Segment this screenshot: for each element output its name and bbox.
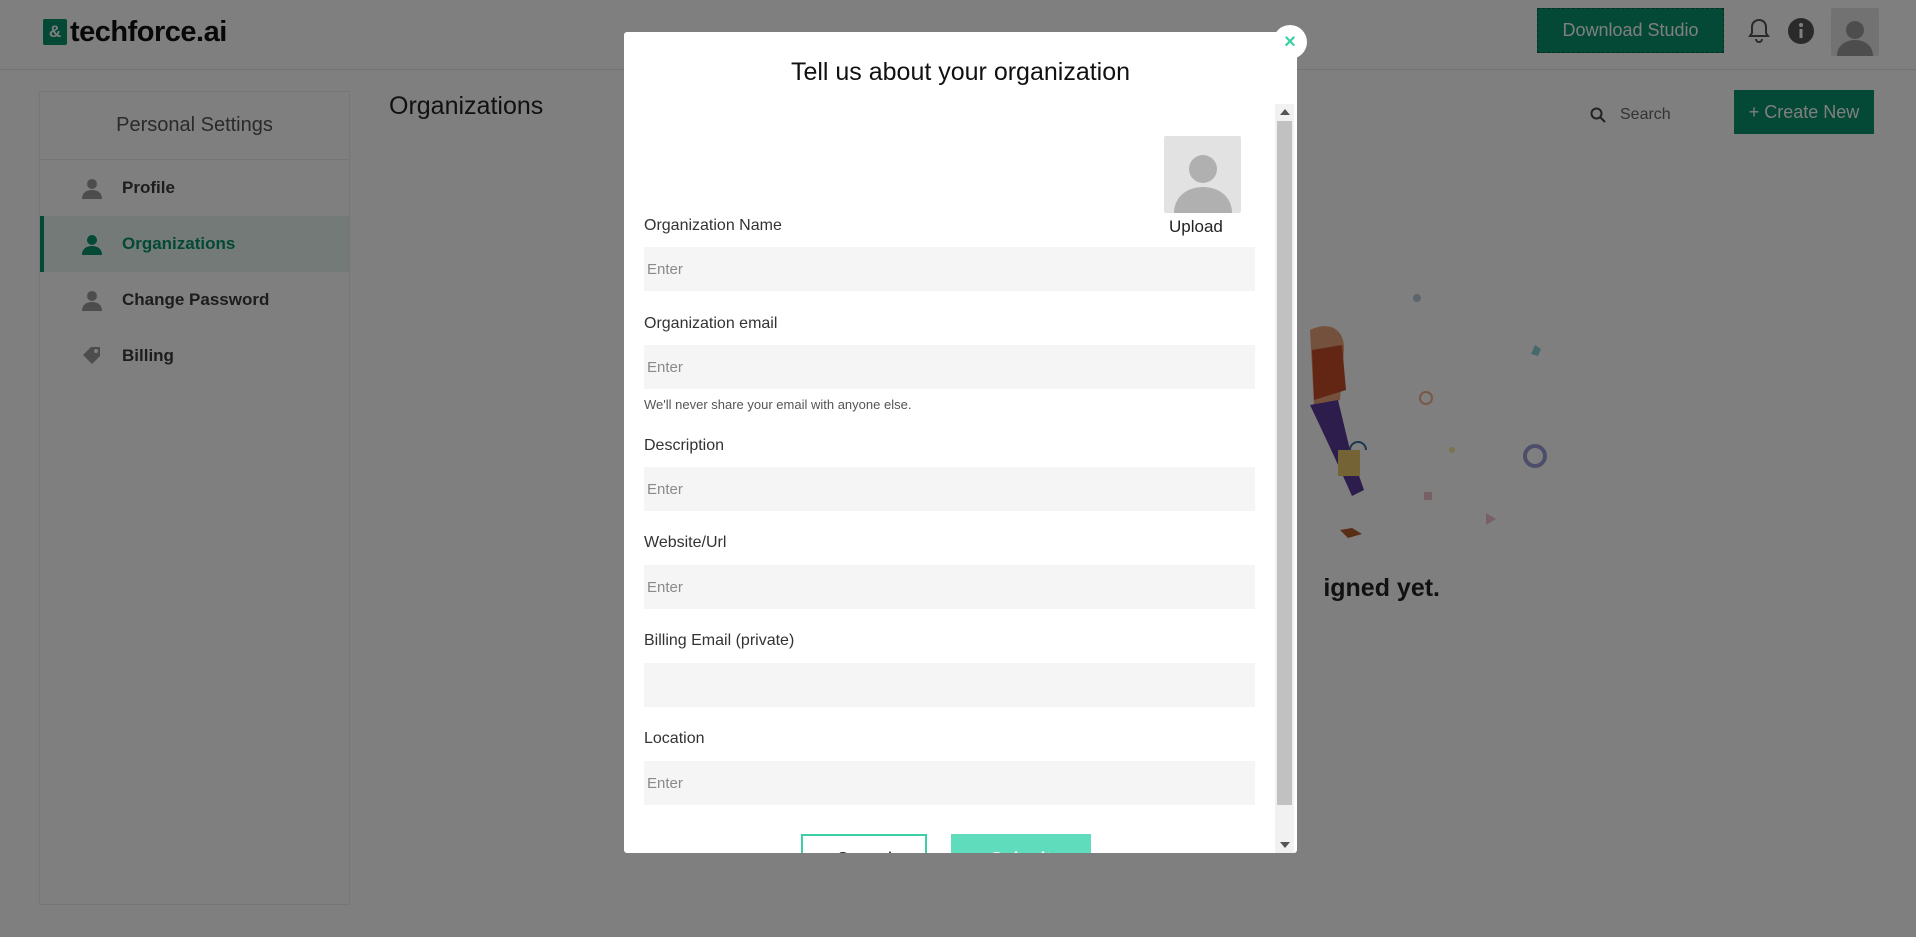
close-icon: ×: [1284, 30, 1296, 53]
location-label: Location: [644, 730, 705, 747]
email-help-text: We'll never share your email with anyone…: [644, 397, 912, 412]
description-input[interactable]: [644, 467, 1255, 511]
modal-scrollbar[interactable]: [1275, 104, 1294, 853]
modal-title: Tell us about your organization: [790, 58, 1131, 86]
scroll-up-arrow-icon[interactable]: [1280, 109, 1290, 115]
submit-button[interactable]: Submit: [951, 834, 1091, 853]
close-modal-button[interactable]: ×: [1273, 25, 1307, 59]
org-email-input[interactable]: [644, 345, 1255, 389]
upload-link[interactable]: Upload: [1169, 217, 1223, 237]
org-name-label: Organization Name: [644, 217, 782, 234]
website-input[interactable]: [644, 565, 1255, 609]
location-input[interactable]: [644, 761, 1255, 805]
website-label: Website/Url: [644, 534, 727, 551]
organization-avatar-placeholder[interactable]: [1164, 136, 1241, 213]
scrollbar-thumb[interactable]: [1277, 121, 1292, 805]
org-name-input[interactable]: [644, 247, 1255, 291]
billing-email-label: Billing Email (private): [644, 632, 795, 649]
avatar-icon: [1173, 155, 1232, 213]
billing-email-input[interactable]: [644, 663, 1255, 707]
modal-scroll-area[interactable]: Upload Organization Name Organization em…: [624, 104, 1297, 853]
create-organization-modal: Tell us about your organization Upload O…: [624, 32, 1297, 853]
scroll-down-arrow-icon[interactable]: [1280, 842, 1290, 848]
cancel-button[interactable]: Cancel: [801, 834, 927, 853]
org-email-label: Organization email: [644, 315, 778, 332]
description-label: Description: [644, 437, 725, 454]
